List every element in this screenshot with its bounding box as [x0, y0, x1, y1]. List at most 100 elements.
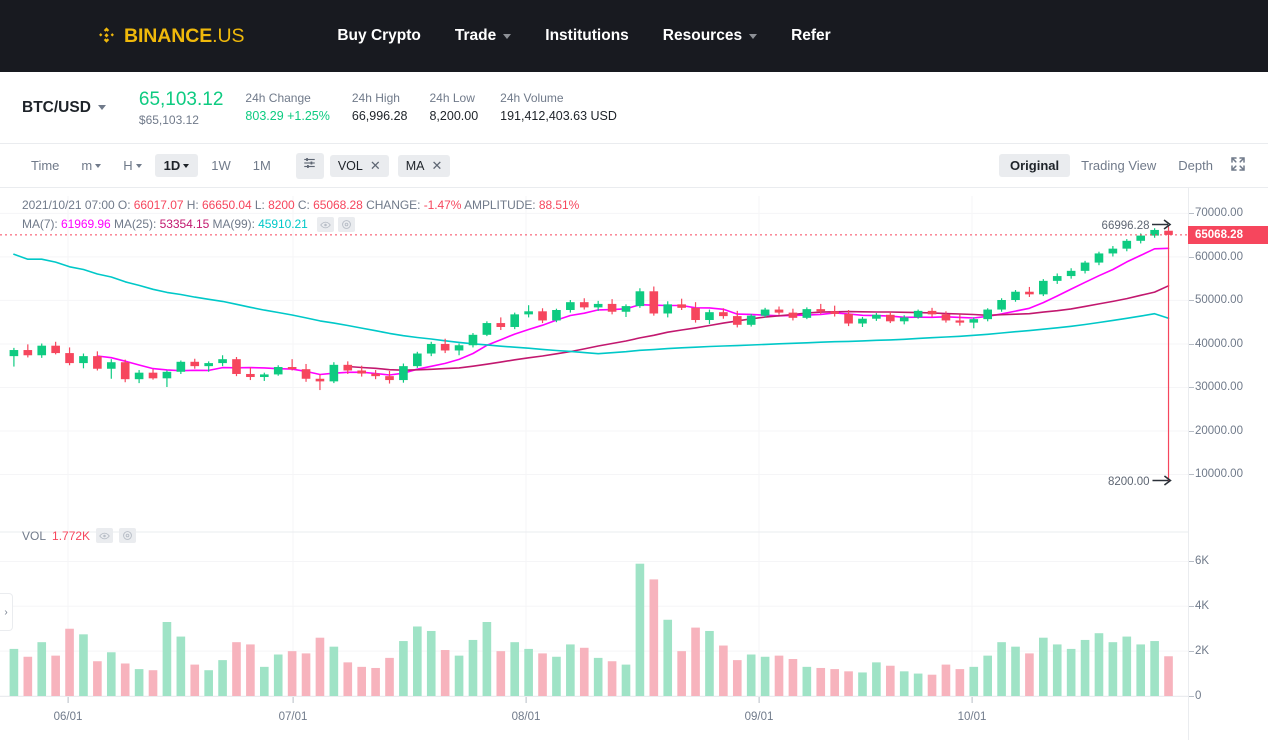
- arrow-right-icon: [1152, 475, 1175, 489]
- time-tick: 10/01: [957, 697, 987, 723]
- stat-label: 24h High: [351, 90, 400, 105]
- interval-label: m: [81, 158, 93, 173]
- nav-label: Refer: [791, 27, 831, 44]
- stat-24h-change: 24h Change 803.29 +1.25%: [245, 90, 329, 126]
- nav-item-buy-crypto[interactable]: Buy Crypto: [320, 27, 438, 45]
- chevron-down-icon: [749, 33, 758, 39]
- gear-icon[interactable]: [119, 528, 137, 543]
- toolbar-time-label: Time: [22, 154, 68, 177]
- legend-h-label: H:: [186, 198, 199, 212]
- interval-label: H: [123, 158, 133, 173]
- time-tick: 07/01: [278, 697, 308, 723]
- high-annotation: 66996.28: [1102, 219, 1175, 233]
- view-label: Original: [1010, 158, 1060, 173]
- gear-icon[interactable]: [338, 217, 356, 233]
- ma25-label: MA(25):: [113, 217, 157, 231]
- candlestick-plot[interactable]: [0, 188, 1268, 740]
- interval-1w[interactable]: 1W: [202, 154, 240, 177]
- stat-label: 24h Low: [429, 90, 475, 105]
- indicator-chip-ma[interactable]: MA ✕: [397, 154, 451, 177]
- ma7-label: MA(7):: [22, 217, 58, 231]
- ma99-value: 45910.21: [258, 217, 308, 231]
- binance-diamond-icon: [96, 26, 117, 47]
- legend-high: 66650.04: [201, 198, 252, 212]
- chart-toolbar: Time m H 1D 1W 1M VOL ✕ MA ✕ Original Tr…: [0, 144, 1268, 188]
- nav-label: Trade: [454, 27, 497, 44]
- ma-toggle-icons: [317, 217, 356, 233]
- nav-label: Resources: [662, 27, 743, 44]
- time-tick: 09/01: [744, 697, 774, 723]
- stat-value: 66,996.28: [351, 108, 408, 123]
- low-annotation: 8200.00: [1108, 475, 1175, 489]
- stat-24h-low: 24h Low 8,200.00: [429, 90, 478, 126]
- legend-low: 8200: [268, 198, 295, 212]
- volume-legend: VOL 1.772K: [22, 528, 137, 543]
- nav-item-institutions[interactable]: Institutions: [528, 27, 646, 45]
- fullscreen-icon: [1230, 156, 1246, 175]
- main-nav-items: Buy Crypto Trade Institutions Resources …: [320, 27, 847, 45]
- pair-selector[interactable]: BTC/USD: [22, 99, 106, 117]
- stat-value: 803.29 +1.25%: [245, 108, 330, 123]
- legend-amplitude: 88.51%: [538, 198, 580, 212]
- interval-1d[interactable]: 1D: [154, 154, 199, 177]
- view-original[interactable]: Original: [999, 154, 1071, 177]
- annotation-text: 8200.00: [1107, 476, 1150, 489]
- stat-value: 8,200.00: [429, 108, 479, 123]
- chevron-down-icon: [183, 163, 190, 168]
- ma25-value: 53354.15: [159, 217, 210, 231]
- annotation-text: 66996.28: [1101, 220, 1150, 233]
- stat-label: 24h Volume: [500, 90, 564, 105]
- indicator-chip-vol[interactable]: VOL ✕: [329, 154, 389, 177]
- chart-view-switcher: Original Trading View Depth: [999, 152, 1252, 179]
- view-depth[interactable]: Depth: [1167, 154, 1224, 177]
- volume-value: 1.772K: [52, 528, 91, 543]
- nav-label: Institutions: [545, 27, 629, 44]
- legend-l-label: L:: [254, 198, 265, 212]
- arrow-right-icon: [1152, 219, 1175, 233]
- time-tick: 06/01: [53, 697, 83, 723]
- legend-change: -1.47%: [423, 198, 462, 212]
- nav-label: Buy Crypto: [337, 27, 421, 44]
- chart-container[interactable]: 2021/10/21 07:00 O: 66017.07 H: 66650.04…: [0, 188, 1268, 740]
- interval-label: 1W: [211, 158, 231, 173]
- nav-item-refer[interactable]: Refer: [774, 27, 848, 45]
- time-tick: 08/01: [511, 697, 541, 723]
- legend-open: 66017.07: [133, 198, 184, 212]
- eye-icon[interactable]: [96, 528, 114, 543]
- chart-settings-button[interactable]: [295, 152, 324, 179]
- chevron-down-icon: [95, 163, 102, 168]
- interval-minutes[interactable]: m: [72, 154, 110, 177]
- close-icon[interactable]: ✕: [432, 159, 443, 172]
- sliders-icon: [302, 156, 317, 175]
- volume-label: VOL: [22, 528, 47, 543]
- interval-1m[interactable]: 1M: [244, 154, 280, 177]
- legend-change-label: CHANGE:: [366, 198, 421, 212]
- last-price-usd: $65,103.12: [138, 112, 199, 127]
- chip-label: MA: [405, 158, 425, 173]
- stat-label: 24h Change: [245, 90, 311, 105]
- nav-item-resources[interactable]: Resources: [646, 27, 774, 45]
- view-label: Trading View: [1081, 158, 1157, 173]
- legend-amplitude-label: AMPLITUDE:: [464, 198, 536, 212]
- eye-icon[interactable]: [317, 217, 335, 233]
- chevron-down-icon: [503, 33, 512, 39]
- view-trading-view[interactable]: Trading View: [1070, 154, 1167, 177]
- panel-collapse-handle[interactable]: ›: [0, 593, 13, 631]
- stat-value: 191,412,403.63 USD: [500, 108, 617, 123]
- view-label: Depth: [1178, 158, 1213, 173]
- fullscreen-button[interactable]: [1224, 152, 1252, 179]
- stat-24h-high: 24h High 66,996.28: [352, 90, 408, 126]
- legend-close: 65068.28: [313, 198, 363, 212]
- interval-label: 1M: [252, 158, 271, 173]
- chevron-down-icon: [97, 105, 106, 110]
- interval-hours[interactable]: H: [114, 154, 150, 177]
- last-price-block: 65,103.12 $65,103.12: [139, 87, 224, 128]
- ma99-label: MA(99):: [212, 217, 255, 231]
- chevron-down-icon: [135, 163, 142, 168]
- legend-o-label: O:: [117, 198, 131, 212]
- pair-label: BTC/USD: [22, 98, 91, 116]
- binance-us-logo[interactable]: BINANCE.US: [96, 25, 244, 48]
- close-icon[interactable]: ✕: [370, 159, 381, 172]
- nav-item-trade[interactable]: Trade: [438, 27, 528, 45]
- logo-text: BINANCE.US: [124, 24, 245, 47]
